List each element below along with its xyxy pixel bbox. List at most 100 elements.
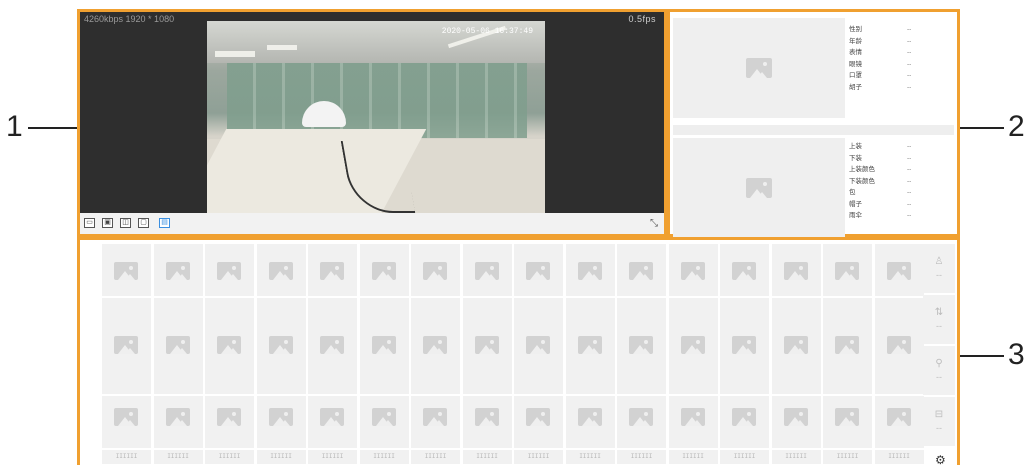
body-attribute-block: 上装 -- 下装 -- 上装颜色 -- 下装颜色 -- 包 -- 帽子 -- 雨伞 -- <box>673 138 954 238</box>
attribute-row: 口罩 -- <box>849 70 949 82</box>
snapshot-time-label: IIIIII <box>153 450 203 464</box>
snapshot-thumbnail[interactable] <box>668 244 718 296</box>
snapshot-thumbnail[interactable] <box>771 396 821 448</box>
snapshot-thumbnail[interactable] <box>565 244 615 296</box>
toolbar-button-3[interactable]: ◫ <box>120 218 131 228</box>
image-placeholder-icon <box>474 262 499 280</box>
target-count-item[interactable]: ⚲ -- <box>923 346 955 395</box>
snapshot-thumbnail[interactable] <box>205 396 254 448</box>
attribute-label: 下装 <box>849 154 862 162</box>
image-placeholder-icon <box>165 336 190 354</box>
attribute-row: 上装 -- <box>849 141 949 153</box>
image-placeholder-icon <box>114 408 138 426</box>
fullscreen-icon[interactable]: ⤡ <box>650 218 658 229</box>
snapshot-thumbnail[interactable] <box>565 298 615 394</box>
image-placeholder-icon <box>577 336 602 354</box>
snapshot-thumbnail[interactable] <box>308 244 357 296</box>
snapshot-thumbnail[interactable] <box>205 298 254 394</box>
snapshot-thumbnail[interactable] <box>565 396 615 448</box>
snapshot-thumbnail[interactable] <box>720 396 769 448</box>
snapshot-thumbnail[interactable] <box>720 244 769 296</box>
snapshot-thumbnail[interactable] <box>720 298 769 394</box>
attribute-value: -- <box>907 26 912 33</box>
snapshot-thumbnail[interactable] <box>102 298 151 394</box>
snapshot-thumbnail[interactable] <box>359 298 409 394</box>
video-frame[interactable]: 2020-05-06 16:37:49 <box>207 21 545 213</box>
image-placeholder-icon <box>680 336 705 354</box>
toolbar-button-1[interactable]: ▭ <box>84 218 95 228</box>
image-placeholder-icon <box>268 336 293 354</box>
image-placeholder-icon <box>165 408 190 426</box>
snapshot-thumbnail[interactable] <box>874 244 924 296</box>
snapshot-thumbnail[interactable] <box>771 244 821 296</box>
toolbar-button-4[interactable]: ▢ <box>138 218 149 228</box>
image-placeholder-icon <box>423 336 447 354</box>
snapshot-time-label: IIIIII <box>411 450 460 464</box>
image-placeholder-icon <box>629 408 653 426</box>
snapshot-thumbnail[interactable] <box>514 396 563 448</box>
snapshot-thumbnail[interactable] <box>823 244 872 296</box>
snapshot-thumbnail[interactable] <box>874 298 924 394</box>
snapshot-thumbnail[interactable] <box>462 244 512 296</box>
snapshot-thumbnail[interactable] <box>153 396 203 448</box>
image-placeholder-icon <box>320 262 344 280</box>
snapshot-thumbnail[interactable] <box>102 244 151 296</box>
snapshot-thumbnail[interactable] <box>153 298 203 394</box>
attribute-label: 眼镜 <box>849 60 862 68</box>
snapshot-thumbnail[interactable] <box>102 396 151 448</box>
video-ceiling-light <box>267 45 297 50</box>
callout-3-leader <box>960 355 1004 357</box>
snapshot-thumbnail[interactable] <box>874 396 924 448</box>
snapshot-thumbnail[interactable] <box>514 298 563 394</box>
image-placeholder-icon <box>371 262 396 280</box>
motor-vehicle-icon: ⇅ <box>934 307 944 318</box>
snapshot-time-label: IIIIII <box>617 450 666 464</box>
snapshot-thumbnail[interactable] <box>308 396 357 448</box>
attribute-row: 下装 -- <box>849 153 949 165</box>
snapshot-thumbnail[interactable] <box>462 298 512 394</box>
attribute-divider <box>673 125 954 135</box>
snapshot-thumbnail[interactable] <box>462 396 512 448</box>
snapshot-thumbnail[interactable] <box>308 298 357 394</box>
snapshot-thumbnail[interactable] <box>823 298 872 394</box>
toolbar-button-2[interactable]: ▣ <box>102 218 113 228</box>
snapshot-thumbnail[interactable] <box>359 244 409 296</box>
attribute-value: -- <box>907 189 912 196</box>
image-placeholder-icon <box>371 408 396 426</box>
snapshot-thumbnail[interactable] <box>771 298 821 394</box>
snapshot-thumbnail[interactable] <box>617 396 666 448</box>
attribute-label: 上装颜色 <box>849 166 875 173</box>
target-count-item[interactable]: ⊟ -- <box>923 397 955 446</box>
target-count-value: -- <box>936 423 942 433</box>
snapshot-thumbnail[interactable] <box>514 244 563 296</box>
toolbar-button-5[interactable]: ▤ <box>159 218 170 228</box>
image-placeholder-icon <box>577 262 602 280</box>
face-attribute-list: 性别 -- 年龄 -- 表情 -- 眼镜 -- 口罩 -- 胡子 -- <box>849 24 949 93</box>
snapshot-thumbnail[interactable] <box>256 298 306 394</box>
face-snapshot[interactable] <box>673 18 845 118</box>
snapshot-thumbnail[interactable] <box>823 396 872 448</box>
snapshot-time-label: IIIIII <box>102 450 151 464</box>
snapshot-thumbnail[interactable] <box>411 298 460 394</box>
snapshot-thumbnail[interactable] <box>153 244 203 296</box>
snapshot-thumbnail[interactable] <box>256 396 306 448</box>
image-placeholder-icon <box>732 336 756 354</box>
callout-1: 1 <box>6 110 23 143</box>
target-count-item[interactable]: ♙ -- <box>923 244 955 293</box>
image-placeholder-icon <box>783 336 808 354</box>
snapshot-thumbnail[interactable] <box>668 298 718 394</box>
image-placeholder-icon <box>680 408 705 426</box>
snapshot-thumbnail[interactable] <box>617 244 666 296</box>
image-placeholder-icon <box>577 408 602 426</box>
snapshot-thumbnail[interactable] <box>411 244 460 296</box>
snapshot-thumbnail[interactable] <box>617 298 666 394</box>
target-count-item[interactable]: ⇅ -- <box>923 295 955 344</box>
snapshot-time-label: IIIIII <box>771 450 821 464</box>
body-snapshot[interactable] <box>673 138 845 238</box>
snapshot-thumbnail[interactable] <box>359 396 409 448</box>
attribute-row: 帽子 -- <box>849 199 949 211</box>
snapshot-thumbnail[interactable] <box>411 396 460 448</box>
snapshot-thumbnail[interactable] <box>668 396 718 448</box>
snapshot-thumbnail[interactable] <box>205 244 254 296</box>
snapshot-thumbnail[interactable] <box>256 244 306 296</box>
